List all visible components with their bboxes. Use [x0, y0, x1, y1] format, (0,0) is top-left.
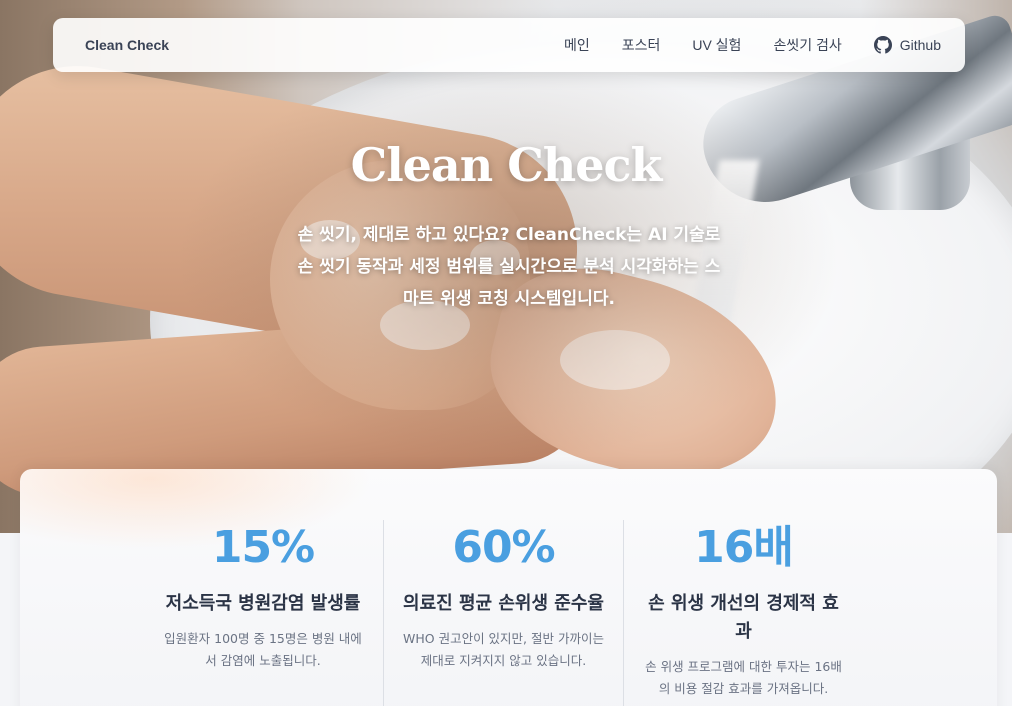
nav-link-main[interactable]: 메인 — [564, 35, 590, 55]
stat-title: 저소득국 병원감염 발생률 — [165, 593, 361, 614]
stat-title: 손 위생 개선의 경제적 효과 — [648, 593, 839, 642]
stat-item: 60% 의료진 평균 손위생 준수율 WHO 권고안이 있지만, 절반 가까이는… — [383, 520, 623, 706]
github-label: Github — [899, 37, 941, 53]
stat-description: 입원환자 100명 중 15명은 병원 내에서 감염에 노출됩니다. — [164, 631, 362, 668]
hero-description: 손 씻기, 제대로 하고 있다요? CleanCheck는 AI 기술로 손 씻… — [297, 225, 721, 309]
nav-link-uv-experiment[interactable]: UV 실험 — [692, 35, 741, 55]
stats-row: 15% 저소득국 병원감염 발생률 입원환자 100명 중 15명은 병원 내에… — [143, 520, 863, 706]
nav-link-handwash-check[interactable]: 손씻기 검사 — [773, 35, 841, 55]
hero-title: Clean Check — [350, 138, 663, 192]
nav-link-github[interactable]: Github — [873, 36, 941, 54]
stat-value: 16배 — [694, 522, 794, 573]
stat-item: 15% 저소득국 병원감염 발생률 입원환자 100명 중 15명은 병원 내에… — [143, 520, 383, 706]
stat-value: 15% — [211, 522, 315, 573]
nav-links: 메인 포스터 UV 실험 손씻기 검사 Github — [564, 35, 941, 55]
stat-description: WHO 권고안이 있지만, 절반 가까이는 제대로 지켜지지 않고 있습니다. — [403, 631, 604, 668]
nav-link-poster[interactable]: 포스터 — [622, 35, 661, 55]
github-icon — [873, 36, 892, 54]
brand-logo-link[interactable]: Clean Check — [85, 37, 169, 53]
stat-description: 손 위생 프로그램에 대한 투자는 16배의 비용 절감 효과를 가져옵니다. — [645, 659, 842, 696]
navbar: Clean Check 메인 포스터 UV 실험 손씻기 검사 Github — [53, 18, 965, 72]
stat-item: 16배 손 위생 개선의 경제적 효과 손 위생 프로그램에 대한 투자는 16… — [623, 520, 863, 706]
stat-value: 60% — [452, 522, 555, 573]
stat-title: 의료진 평균 손위생 준수율 — [403, 593, 604, 614]
